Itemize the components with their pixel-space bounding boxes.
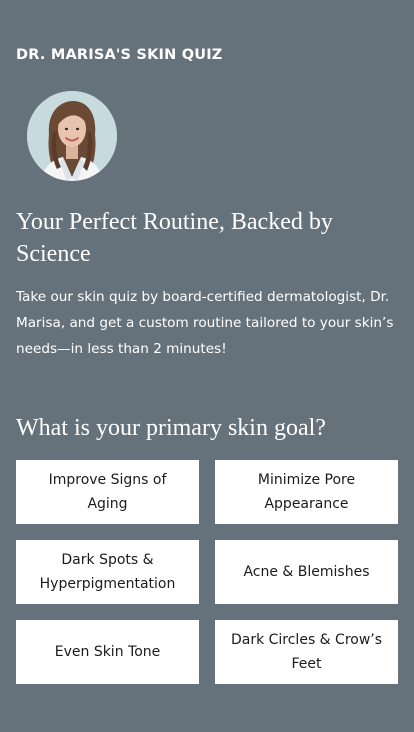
hero-intro-text: Take our skin quiz by board-certified de… bbox=[16, 289, 394, 357]
doctor-portrait-icon bbox=[27, 91, 117, 181]
option-improve-signs-of-aging-button[interactable]: Improve Signs of Aging bbox=[16, 460, 199, 524]
quiz-question: What is your primary skin goal? bbox=[16, 415, 326, 441]
option-acne-blemishes-button[interactable]: Acne & Blemishes bbox=[215, 540, 398, 604]
quiz-eyebrow-title: DR. MARISA'S SKIN QUIZ bbox=[16, 47, 223, 63]
option-minimize-pore-appearance-button[interactable]: Minimize Pore Appearance bbox=[215, 460, 398, 524]
option-even-skin-tone-button[interactable]: Even Skin Tone bbox=[16, 620, 199, 684]
quiz-options-grid: Improve Signs of Aging Minimize Pore App… bbox=[16, 460, 398, 684]
option-dark-spots-hyperpigmentation-button[interactable]: Dark Spots & Hyperpigmentation bbox=[16, 540, 199, 604]
option-dark-circles-crows-feet-button[interactable]: Dark Circles & Crow’s Feet bbox=[215, 620, 398, 684]
hero-headline: Your Perfect Routine, Backed by Science bbox=[16, 209, 333, 267]
doctor-avatar bbox=[27, 91, 117, 181]
